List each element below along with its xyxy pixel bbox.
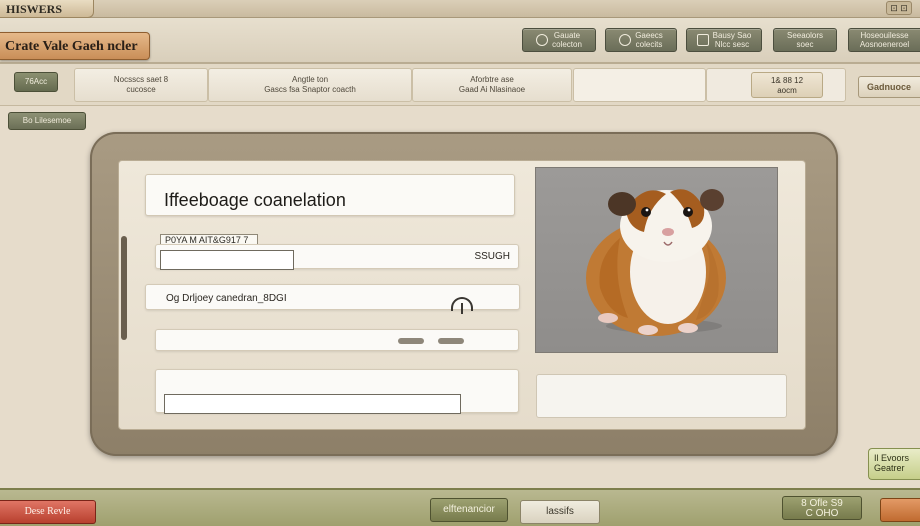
side-button[interactable]: Gadnuoce	[858, 76, 920, 98]
filter-bar: 76Acc Nocsscs saet 8 cucosce Angtle ton …	[0, 64, 920, 106]
filter-field-line2: Gaad Ai Nlasinaoe	[458, 85, 526, 94]
scroll-grip[interactable]	[121, 236, 127, 340]
filter-field-line1: Angtle ton	[291, 75, 329, 84]
far-right-footer-button[interactable]	[880, 498, 920, 522]
preview-caption-box[interactable]	[536, 374, 787, 418]
window-control-button[interactable]: ⊡ ⊡	[886, 1, 912, 15]
text-area[interactable]	[164, 394, 461, 414]
top-strip: HISWERS ⊡ ⊡	[0, 0, 920, 18]
brand-tab[interactable]: HISWERS	[0, 0, 94, 18]
left-footer-button[interactable]: Dese Revle	[0, 500, 96, 524]
nav-button-label: Bausy Sao Nlcc sesc	[712, 31, 752, 49]
side-note-line2: Geatrer	[874, 463, 905, 473]
nav-button-collection[interactable]: Gauate colecton	[522, 28, 596, 52]
filter-field[interactable]: Angtle ton Gascs fsa Snaptor coacth	[208, 68, 412, 102]
form-title-box: Iffeeboage coanelation	[145, 174, 515, 216]
filter-toggle-button[interactable]: 76Acc	[14, 72, 58, 92]
filter-field[interactable]: Nocsscs saet 8 cucosce	[74, 68, 208, 102]
form-title: Iffeeboage coanelation	[164, 190, 346, 210]
slider-track[interactable]	[155, 329, 519, 351]
slider-thumb[interactable]	[438, 338, 464, 344]
nav-button-seeaolors[interactable]: Seeaolors soec	[773, 28, 837, 52]
row-text: Og Drljoey canedran_8DGI	[166, 293, 287, 304]
nav-button-label: Seeaolors soec	[786, 31, 824, 49]
side-note-line1: Il Evoors	[874, 453, 910, 463]
circle-icon	[536, 34, 549, 46]
circle-icon	[619, 34, 632, 46]
header-bar: Crate Vale Gaeh ncler Gauate colecton Ga…	[0, 18, 920, 64]
filter-field-line2: cucosce	[126, 85, 156, 94]
filter-chip-line1: 1& 88 12	[770, 76, 804, 85]
nav-button-hoseouilesse[interactable]: Hoseouilesse Aosnoeneroel	[848, 28, 920, 52]
filter-field-line2: Gascs fsa Snaptor coacth	[264, 85, 356, 94]
guinea-pig-image	[586, 189, 726, 336]
side-note-button[interactable]: Il Evoors Geatrer	[868, 448, 920, 480]
form-row	[155, 369, 519, 414]
center-footer-button[interactable]: elftenancior	[430, 498, 508, 522]
filter-input-blank[interactable]	[573, 68, 706, 102]
square-icon	[696, 34, 709, 46]
filter-chip-line2: aocm	[777, 86, 797, 95]
filter-field-line1: Aforbtre ase	[470, 75, 514, 84]
nav-button-label: Hoseouilesse Aosnoeneroel	[859, 31, 910, 49]
nav-button-colecits[interactable]: Gaeecs colecits	[605, 28, 677, 52]
filter-chip[interactable]: 1& 88 12 aocm	[751, 72, 823, 98]
text-input[interactable]	[160, 250, 294, 270]
slider-thumb[interactable]	[398, 338, 424, 344]
row-value: SSUGH	[474, 251, 510, 262]
filter-field[interactable]: Aforbtre ase Gaad Ai Nlasinaoe	[412, 68, 572, 102]
footer-bar: Dese Revle elftenancior lassifs 8 Ofle S…	[0, 488, 920, 526]
app-title: Crate Vale Gaeh ncler	[0, 32, 150, 60]
form-row: SSUGH	[155, 244, 519, 270]
secondary-tag-button[interactable]: Bo Lilesemoe	[8, 112, 86, 130]
preview-image-frame	[535, 167, 778, 353]
nav-button-bausy[interactable]: Bausy Sao Nlcc sesc	[686, 28, 762, 52]
filter-field-line1: Nocsscs saet 8	[113, 75, 169, 84]
center-right-footer-button[interactable]: lassifs	[520, 500, 600, 524]
nav-button-label: Gaeecs colecits	[635, 31, 663, 49]
nav-button-label: Gauate colecton	[552, 31, 582, 49]
right-footer-button[interactable]: 8 Ofle S9 C OHO	[782, 496, 862, 520]
